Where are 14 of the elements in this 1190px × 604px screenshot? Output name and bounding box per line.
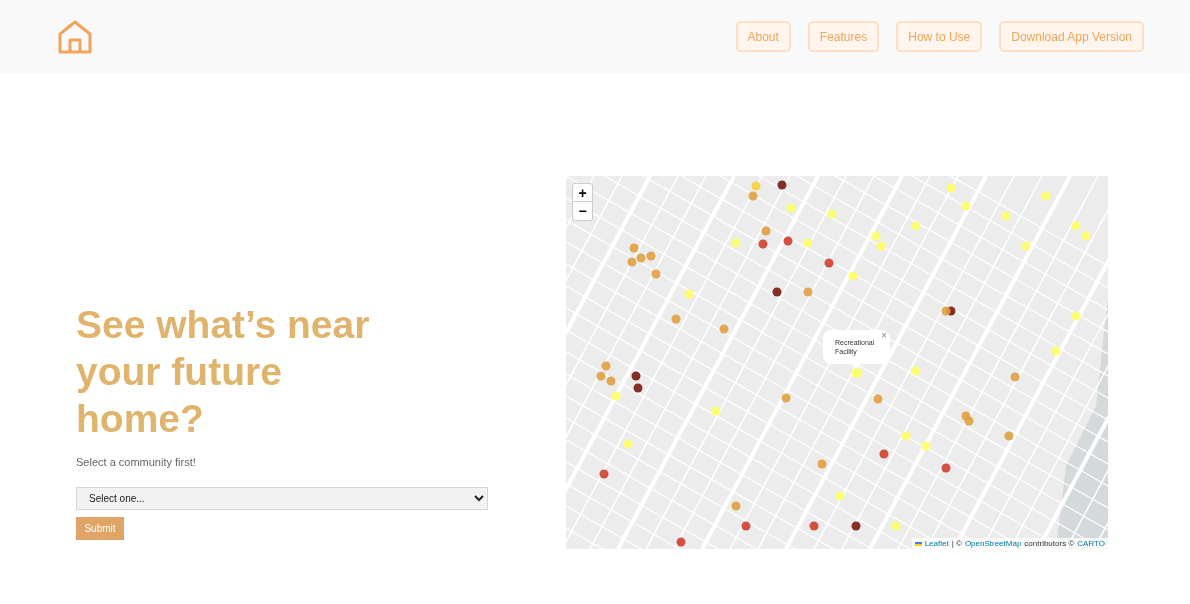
attribution-link[interactable]: CARTO xyxy=(1077,538,1105,549)
community-select[interactable]: Select one... xyxy=(76,487,488,510)
flag-icon xyxy=(914,541,922,546)
zoom-out-button[interactable]: − xyxy=(573,202,592,220)
attribution-text: | © xyxy=(951,538,962,549)
prompt-text: Select a community first! xyxy=(76,454,197,470)
leaflet-link[interactable]: Leaflet xyxy=(924,538,949,549)
attribution-text: contributors © xyxy=(1024,538,1075,549)
zoom-in-button[interactable]: + xyxy=(573,184,592,202)
hero-heading: See what’s near your future home? xyxy=(76,301,371,442)
close-button[interactable]: × xyxy=(881,331,887,341)
house-logo-icon[interactable] xyxy=(58,19,92,54)
street-map-drawing[interactable] xyxy=(566,176,1108,549)
attribution-link[interactable]: OpenStreetMap xyxy=(964,538,1022,549)
